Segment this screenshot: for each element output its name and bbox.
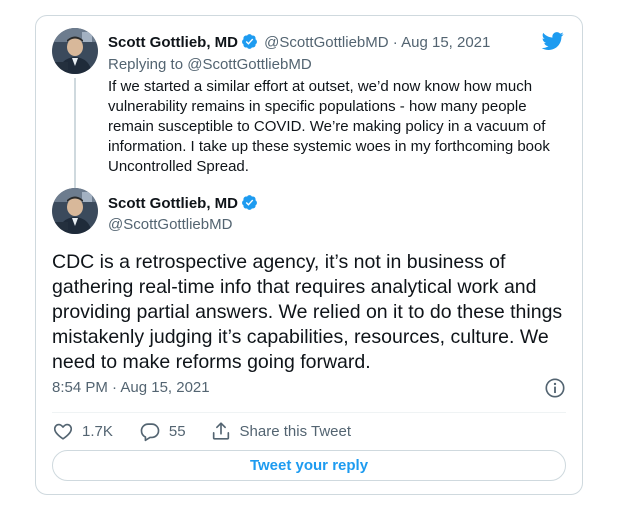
dot-separator: · <box>392 34 398 51</box>
reply-count-button[interactable]: 55 <box>139 420 186 442</box>
like-count: 1.7K <box>82 422 113 440</box>
author-handle[interactable]: @ScottGottliebMD <box>108 215 232 235</box>
speech-bubble-icon <box>140 423 160 442</box>
main-tweet-text: CDC is a retrospective agency, it’s not … <box>52 251 563 373</box>
tweet-actions: 1.7K 55 Share this Tweet <box>52 419 351 443</box>
author-handle[interactable]: @ScottGottliebMD <box>264 34 388 51</box>
share-label: Share this Tweet <box>239 422 351 440</box>
share-button[interactable]: Share this Tweet <box>210 420 351 442</box>
main-author-name-row: Scott Gottlieb, MD <box>108 194 260 214</box>
reply-tweet-header: Scott Gottlieb, MD @ScottGottliebMD · Au… <box>108 33 490 53</box>
replying-to-label: Replying to <box>108 56 184 73</box>
thread-connector-line <box>74 78 76 190</box>
like-button[interactable]: 1.7K <box>52 420 113 442</box>
tweet-your-reply-button[interactable]: Tweet your reply <box>52 450 566 481</box>
reply-count: 55 <box>168 422 186 440</box>
divider <box>52 412 566 413</box>
avatar[interactable] <box>52 188 98 234</box>
author-name[interactable]: Scott Gottlieb, MD <box>108 34 238 51</box>
tweet-date[interactable]: Aug 15, 2021 <box>401 34 490 51</box>
replying-to-handle[interactable]: @ScottGottliebMD <box>187 56 311 73</box>
tweet-embed-card: Scott Gottlieb, MD @ScottGottliebMD · Au… <box>35 15 583 495</box>
tweet-timestamp[interactable]: 8:54 PM · Aug 15, 2021 <box>52 378 210 398</box>
author-name[interactable]: Scott Gottlieb, MD <box>108 195 238 212</box>
verified-badge-icon <box>242 34 257 49</box>
replying-to-line: Replying to @ScottGottliebMD <box>108 55 312 75</box>
verified-badge-icon <box>242 195 257 210</box>
twitter-bird-icon[interactable] <box>540 30 566 52</box>
share-icon <box>212 422 229 440</box>
avatar[interactable] <box>52 28 98 74</box>
info-icon[interactable] <box>544 377 566 399</box>
reply-tweet-text: If we started a similar effort at outset… <box>108 78 550 175</box>
heart-icon <box>53 423 73 440</box>
